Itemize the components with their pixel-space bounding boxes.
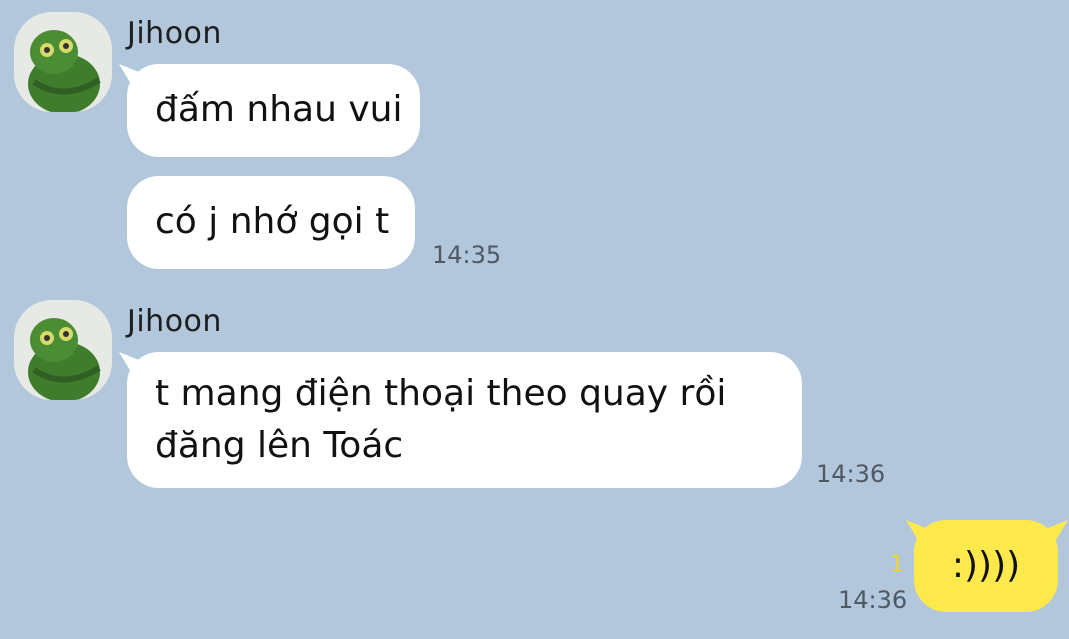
unread-count-badge: 1 (890, 552, 904, 577)
frog-avatar-icon (14, 12, 112, 112)
sender-name: Jihoon (127, 16, 222, 51)
chat-screen: { "messages": [ { "sender": "Jihoon", "b… (0, 0, 1069, 639)
message-text: :)))) (951, 545, 1021, 586)
message-bubble[interactable]: có j nhớ gọi t (127, 176, 415, 269)
sender-name: Jihoon (127, 304, 222, 339)
avatar[interactable] (14, 12, 112, 112)
message-text: đấm nhau vui (155, 89, 403, 130)
my-message-bubble[interactable]: :)))) (914, 520, 1058, 612)
message-text-line: t mang điện thoại theo quay rồi (155, 373, 727, 414)
message-time: 14:35 (432, 241, 502, 269)
avatar[interactable] (14, 300, 112, 400)
message-text: có j nhớ gọi t (155, 201, 390, 242)
message-bubble[interactable]: t mang điện thoại theo quay rồi đăng lên… (127, 352, 802, 488)
frog-avatar-icon (14, 300, 112, 400)
message-bubble[interactable]: đấm nhau vui (127, 64, 420, 157)
message-time: 14:36 (838, 586, 908, 614)
message-time: 14:36 (816, 460, 886, 488)
message-text-line: đăng lên Toác (155, 425, 404, 466)
